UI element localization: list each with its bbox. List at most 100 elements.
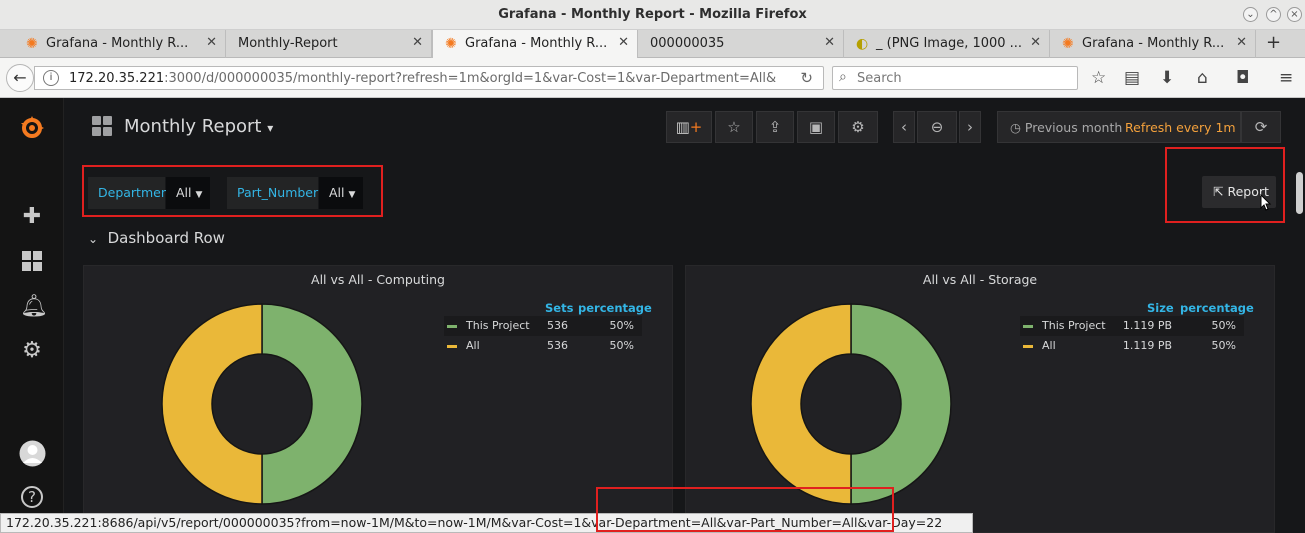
back-arrow-icon[interactable]: ← (6, 64, 34, 92)
zoom-out-button[interactable]: ⊖ (917, 111, 957, 143)
grafana-icon: ✺ (1062, 36, 1074, 52)
slice-all (161, 303, 263, 505)
save-icon: ▣ (808, 118, 824, 136)
donut-chart-storage (750, 303, 952, 505)
legend-color-swatch (447, 345, 457, 348)
legend-header-percentage: percentage (578, 301, 652, 315)
time-shift-back-button[interactable]: ‹ (893, 111, 915, 143)
scrollbar-thumb[interactable] (1296, 172, 1303, 214)
tab-close-icon[interactable]: ✕ (206, 35, 217, 50)
navigation-bar: ← i 172.20.35.221:3000/d/000000035/month… (0, 58, 1305, 98)
legend-row[interactable]: All 536 50% (444, 336, 642, 356)
png-icon: ◐ (856, 36, 869, 52)
create-plus-icon[interactable]: ✚ (20, 204, 44, 229)
tab-png-image[interactable]: ◐ _ (PNG Image, 1000 ... ✕ (844, 30, 1050, 58)
legend-color-swatch (1023, 325, 1033, 328)
user-avatar-icon[interactable] (19, 440, 46, 467)
mouse-cursor-icon (1260, 194, 1272, 211)
tab-000000035[interactable]: 000000035 ✕ (638, 30, 844, 58)
caret-down-icon: ▼ (348, 190, 356, 200)
dashboard-grid-icon (92, 116, 112, 136)
share-icon: ⇪ (768, 118, 782, 136)
zoom-out-icon: ⊖ (930, 118, 944, 136)
add-panel-icon: ▥+ (675, 118, 703, 136)
reload-icon[interactable]: ↻ (800, 69, 813, 87)
url-bar[interactable]: i 172.20.35.221:3000/d/000000035/monthly… (34, 66, 824, 90)
minimize-icon[interactable]: ⌄ (1243, 7, 1258, 22)
help-question-icon[interactable]: ? (21, 486, 43, 508)
time-picker[interactable]: ◷ Previous month Refresh every 1m (997, 111, 1241, 143)
close-window-icon[interactable]: × (1287, 7, 1302, 22)
tab-monthly-report[interactable]: Monthly-Report ✕ (226, 30, 432, 58)
url-text: 172.20.35.221:3000/d/000000035/monthly-r… (69, 71, 777, 86)
panel-computing: All vs All - Computing Sets percentage T… (83, 265, 673, 533)
panel-title: All vs All - Computing (311, 272, 445, 287)
legend-header-percentage: percentage (1180, 301, 1254, 315)
legend-row[interactable]: This Project 1.119 PB 50% (1020, 316, 1244, 336)
tab-close-icon[interactable]: ✕ (1030, 35, 1041, 50)
tab-close-icon[interactable]: ✕ (824, 35, 835, 50)
add-panel-button[interactable]: ▥+ (666, 111, 712, 143)
share-dashboard-button[interactable]: ⇪ (756, 111, 794, 143)
panel-title: All vs All - Storage (922, 272, 1038, 287)
tab-close-icon[interactable]: ✕ (1236, 35, 1247, 50)
slice-this-project (261, 303, 363, 505)
legend-row[interactable]: All 1.119 PB 50% (1020, 336, 1244, 356)
tab-grafana-active[interactable]: ✺ Grafana - Monthly R... ✕ (432, 30, 638, 59)
downloads-icon[interactable]: ⬇ (1160, 68, 1174, 88)
chevron-right-icon: › (967, 118, 973, 136)
refresh-button[interactable]: ⟳ (1241, 111, 1281, 143)
maximize-icon[interactable]: ^ (1266, 7, 1281, 22)
legend-row[interactable]: This Project 536 50% (444, 316, 642, 336)
part-number-select[interactable]: All ▼ (319, 177, 363, 209)
new-tab-icon[interactable]: + (1266, 32, 1281, 53)
tab-close-icon[interactable]: ✕ (618, 35, 629, 50)
legend-color-swatch (1023, 345, 1033, 348)
search-input[interactable]: ⌕ Search (832, 66, 1078, 90)
settings-button[interactable]: ⚙ (838, 111, 878, 143)
external-link-icon: ⇱ (1213, 184, 1224, 199)
refresh-icon: ⟳ (1254, 118, 1268, 136)
tab-close-icon[interactable]: ✕ (412, 35, 423, 50)
legend-color-swatch (447, 325, 457, 328)
dashboards-grid-icon[interactable] (21, 250, 43, 272)
search-icon: ⌕ (839, 69, 847, 85)
donut-chart-computing (161, 303, 363, 505)
tab-grafana-1[interactable]: ✺ Grafana - Monthly R... ✕ (14, 30, 226, 58)
configuration-gear-icon[interactable]: ⚙ (20, 338, 44, 363)
tab-bar: ✺ Grafana - Monthly R... ✕ Monthly-Repor… (0, 30, 1305, 59)
alerting-bell-icon[interactable]: 🔔︎ (20, 294, 48, 319)
dashboard-row-header[interactable]: ⌄ Dashboard Row (88, 229, 225, 247)
variable-label-part-number: Part_Number (227, 177, 318, 209)
dashboard-area: Monthly Report ▾ ▥+ ☆ ⇪ ▣ ⚙ ‹ ⊖ › ◷ Prev… (64, 98, 1305, 533)
tab-grafana-2[interactable]: ✺ Grafana - Monthly R... ✕ (1050, 30, 1256, 58)
grafana-logo-icon[interactable] (18, 114, 46, 142)
dashboard-title[interactable]: Monthly Report ▾ (124, 116, 273, 137)
save-dashboard-button[interactable]: ▣ (797, 111, 835, 143)
info-icon[interactable]: i (43, 70, 59, 86)
grafana-sidemenu: ✚ 🔔︎ ⚙ ? (0, 98, 64, 533)
page-scrollbar[interactable] (1295, 154, 1305, 533)
clock-icon: ◷ (1010, 120, 1021, 135)
bookmark-star-icon[interactable]: ☆ (1091, 68, 1106, 88)
window-title: Grafana - Monthly Report - Mozilla Firef… (498, 7, 807, 22)
caret-down-icon: ▼ (195, 190, 203, 200)
department-select[interactable]: All ▼ (166, 177, 210, 209)
gear-icon: ⚙ (851, 118, 865, 136)
window-titlebar: Grafana - Monthly Report - Mozilla Firef… (0, 0, 1305, 30)
home-icon[interactable]: ⌂ (1197, 68, 1208, 88)
star-dashboard-button[interactable]: ☆ (715, 111, 753, 143)
grafana-icon: ✺ (445, 36, 457, 52)
hamburger-menu-icon[interactable]: ≡ (1279, 68, 1293, 88)
url-highlight-box (596, 487, 894, 532)
slice-all (750, 303, 852, 505)
star-icon: ☆ (727, 118, 741, 136)
grafana-icon: ✺ (26, 36, 38, 52)
pocket-icon[interactable]: ◘ (1236, 68, 1249, 88)
slice-this-project (850, 303, 952, 505)
chevron-down-icon: ⌄ (88, 232, 99, 246)
reading-list-icon[interactable]: ▤ (1124, 68, 1140, 88)
variable-label-department: Department (88, 177, 174, 209)
time-shift-forward-button[interactable]: › (959, 111, 981, 143)
legend-header-size: Size (1147, 301, 1174, 315)
